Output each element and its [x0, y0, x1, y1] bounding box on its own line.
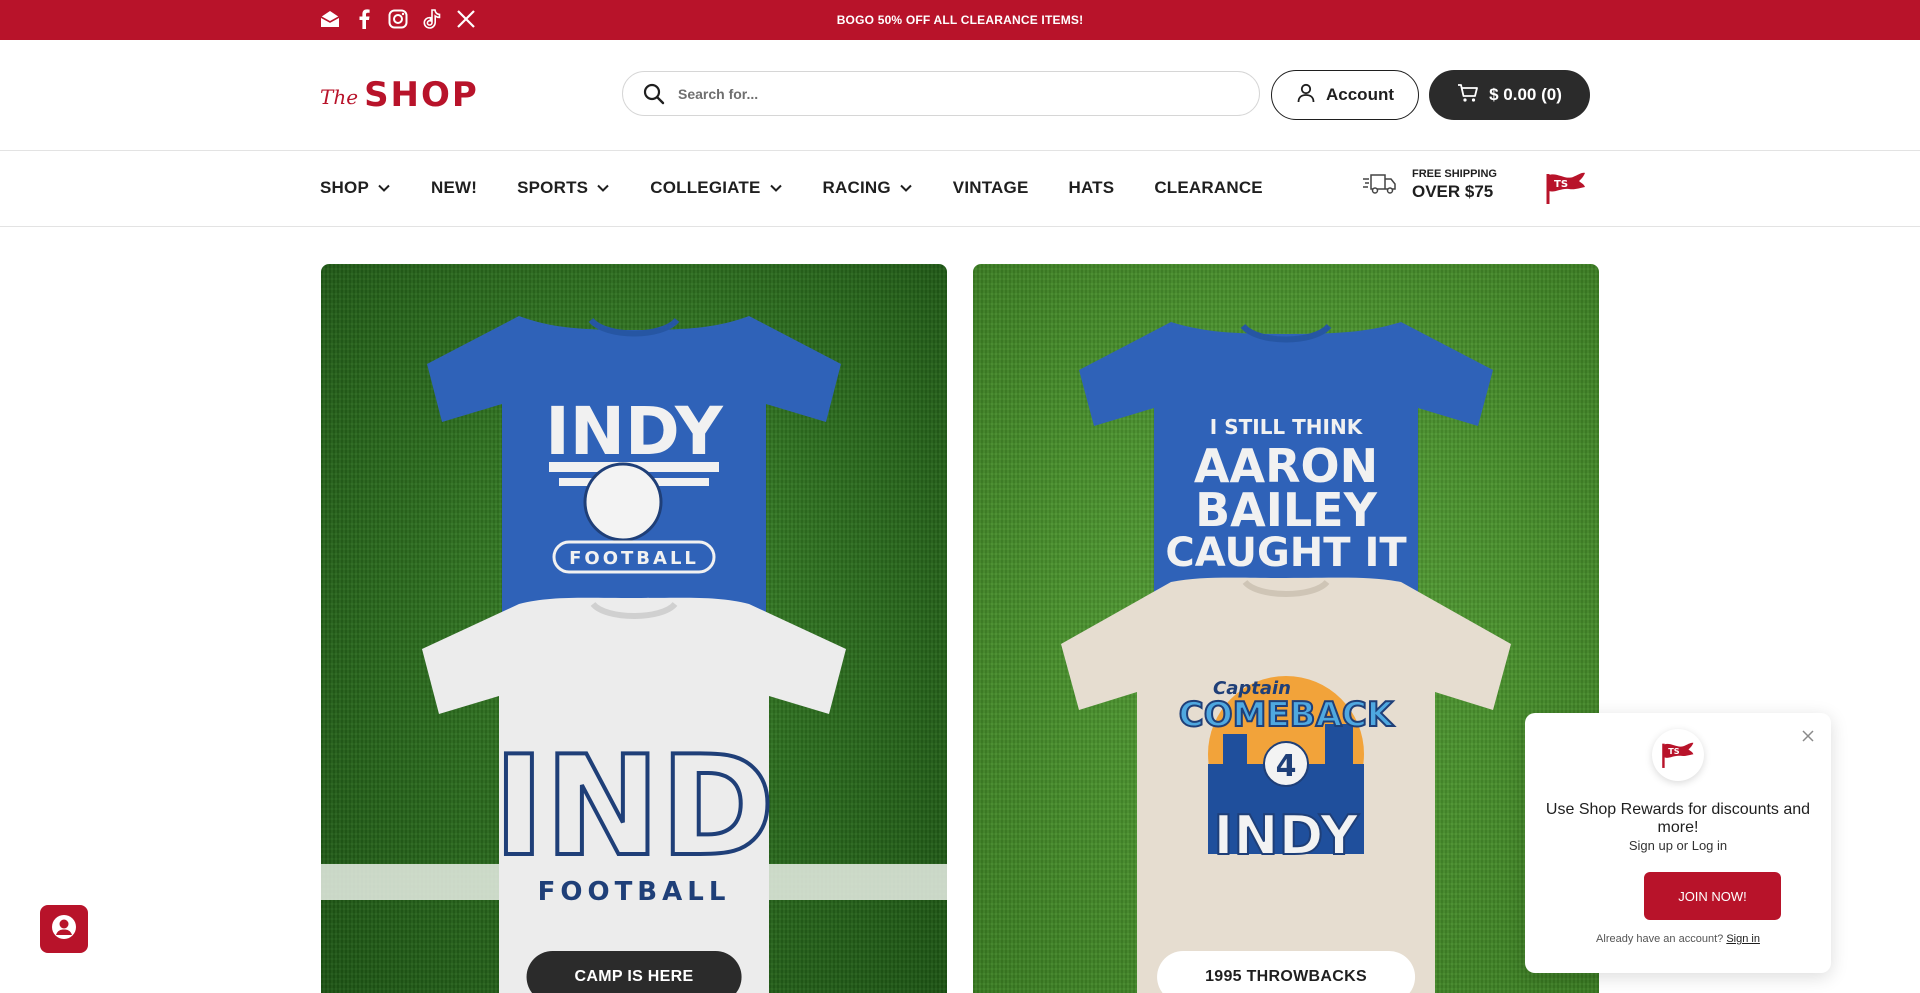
- svg-text:4: 4: [1276, 749, 1297, 784]
- nav-label: SPORTS: [517, 178, 589, 197]
- already-text: Already have an account?: [1596, 933, 1724, 945]
- throwback-shirts-image: I STILL THINK AARON BAILEY CAUGHT IT Cap…: [1061, 322, 1511, 993]
- cart-button[interactable]: $ 0.00 (0): [1429, 70, 1590, 120]
- svg-text:CAUGHT IT: CAUGHT IT: [1165, 530, 1407, 576]
- site-logo[interactable]: The SHOP: [320, 78, 479, 112]
- nav-item-racing[interactable]: RACING: [823, 178, 913, 198]
- nav-label: VINTAGE: [952, 178, 1029, 197]
- ts-flag-icon: TS: [1662, 742, 1694, 768]
- nav-item-hats[interactable]: HATS: [1068, 178, 1114, 198]
- chevron-down-icon: [769, 181, 783, 195]
- user-circle-icon: [51, 914, 77, 945]
- svg-text:I STILL THINK: I STILL THINK: [1210, 415, 1364, 439]
- nav-item-shop[interactable]: SHOP: [320, 178, 391, 198]
- svg-text:TS: TS: [1668, 746, 1680, 756]
- shipping-big-text: OVER $75: [1412, 182, 1494, 201]
- announcement-bar: BOGO 50% OFF ALL CLEARANCE ITEMS!: [0, 0, 1920, 40]
- svg-text:COMEBACK: COMEBACK: [1179, 695, 1395, 735]
- cart-label: $ 0.00 (0): [1489, 85, 1562, 104]
- svg-text:INDY: INDY: [1213, 804, 1359, 867]
- nav-item-vintage[interactable]: VINTAGE: [953, 178, 1029, 198]
- nav-label: COLLEGIATE: [650, 178, 761, 197]
- already-account-text: Already have an account? Sign in: [1525, 933, 1831, 945]
- nav-label: NEW!: [430, 178, 478, 197]
- logo-the: The: [320, 85, 359, 109]
- search-bar[interactable]: [622, 71, 1260, 116]
- chevron-down-icon: [899, 181, 913, 195]
- free-shipping-notice: FREE SHIPPING OVER $75: [1362, 168, 1497, 202]
- chevron-down-icon: [377, 181, 391, 195]
- nav-label: SHOP: [320, 178, 369, 197]
- account-button[interactable]: Account: [1271, 70, 1419, 120]
- delivery-truck-icon: [1362, 170, 1398, 201]
- svg-text:IND: IND: [493, 726, 774, 887]
- svg-text:FOOTBALL: FOOTBALL: [538, 877, 731, 907]
- hero-card-camp[interactable]: INDY FOOTBALL IND FOOTBALL CAMP IS HERE: [321, 264, 947, 993]
- close-icon[interactable]: [1799, 727, 1817, 745]
- svg-text:FOOTBALL: FOOTBALL: [569, 548, 699, 569]
- promo-text[interactable]: BOGO 50% OFF ALL CLEARANCE ITEMS!: [0, 13, 1920, 27]
- chevron-down-icon: [596, 181, 610, 195]
- svg-text:BAILEY: BAILEY: [1195, 483, 1378, 537]
- rewards-badge: TS: [1652, 729, 1704, 781]
- hero-card-throwbacks[interactable]: I STILL THINK AARON BAILEY CAUGHT IT Cap…: [973, 264, 1599, 993]
- svg-text:TS: TS: [1554, 179, 1568, 190]
- nav-item-new[interactable]: NEW!: [431, 178, 477, 198]
- rewards-launcher-button[interactable]: [40, 905, 88, 953]
- cart-icon: [1457, 83, 1479, 108]
- rewards-subtitle: Sign up or Log in: [1628, 838, 1728, 853]
- camp-shirts-image: INDY FOOTBALL IND FOOTBALL: [321, 316, 947, 993]
- nav-item-clearance[interactable]: CLEARANCE: [1154, 178, 1263, 198]
- camp-is-here-button[interactable]: CAMP IS HERE: [526, 951, 742, 993]
- search-icon[interactable]: [642, 82, 666, 106]
- user-icon: [1296, 83, 1316, 108]
- nav-label: RACING: [822, 178, 891, 197]
- nav-items: SHOP NEW! SPORTS COLLEGIATE RACING VINTA…: [320, 178, 1303, 198]
- nav-item-collegiate[interactable]: COLLEGIATE: [650, 178, 782, 198]
- account-label: Account: [1326, 85, 1394, 104]
- shipping-small-text: FREE SHIPPING: [1412, 168, 1497, 180]
- main-nav: SHOP NEW! SPORTS COLLEGIATE RACING VINTA…: [0, 151, 1920, 227]
- search-input[interactable]: [678, 85, 1238, 102]
- site-header: The SHOP Account $ 0.00 (0): [0, 40, 1920, 151]
- svg-text:INDY: INDY: [545, 393, 724, 470]
- rewards-popup: TS Use Shop Rewards for discounts and mo…: [1525, 713, 1831, 973]
- ts-flag-logo[interactable]: TS: [1545, 170, 1587, 211]
- nav-item-sports[interactable]: SPORTS: [517, 178, 610, 198]
- sign-in-link[interactable]: Sign in: [1726, 933, 1760, 945]
- throwbacks-button[interactable]: 1995 THROWBACKS: [1157, 951, 1415, 993]
- nav-label: CLEARANCE: [1154, 178, 1263, 197]
- logo-shop: SHOP: [364, 75, 479, 115]
- rewards-title: Use Shop Rewards for discounts and more!: [1545, 801, 1811, 836]
- nav-label: HATS: [1068, 178, 1115, 197]
- join-now-button[interactable]: JOIN NOW!: [1644, 872, 1781, 920]
